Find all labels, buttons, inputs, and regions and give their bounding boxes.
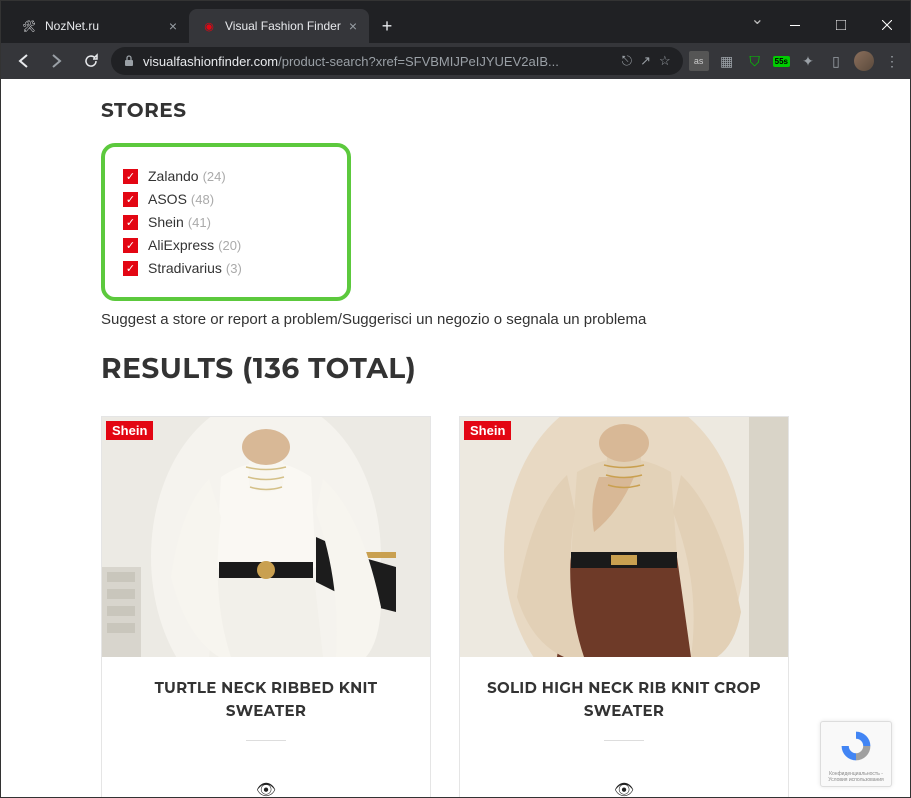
store-label: Stradivarius xyxy=(148,260,222,276)
store-filter-asos[interactable]: ✓ ASOS (48) xyxy=(123,191,329,207)
store-tag: Shein xyxy=(106,421,153,440)
lastfm-icon[interactable]: as xyxy=(689,51,709,71)
recaptcha-badge[interactable]: Конфиденциальность - Условия использован… xyxy=(820,721,892,787)
tab-strip: 🛠 NozNet.ru × ◉ Visual Fashion Finder × … xyxy=(1,9,401,43)
store-count: (3) xyxy=(226,261,242,276)
store-filter-shein[interactable]: ✓ Shein (41) xyxy=(123,214,329,230)
chevron-down-icon[interactable]: ⌄ xyxy=(751,9,764,41)
checkbox-checked-icon[interactable]: ✓ xyxy=(123,238,138,253)
eye-icon: 👁 xyxy=(614,782,634,797)
url-input[interactable]: visualfashionfinder.com/product-search?x… xyxy=(111,47,683,75)
store-label: AliExpress xyxy=(148,237,214,253)
maximize-button[interactable] xyxy=(818,9,864,41)
address-bar: visualfashionfinder.com/product-search?x… xyxy=(1,43,910,79)
results-grid: Shein xyxy=(101,416,810,797)
store-filter-stradivarius[interactable]: ✓ Stradivarius (3) xyxy=(123,260,329,276)
product-image[interactable]: Shein xyxy=(460,417,788,657)
stores-heading: STORES xyxy=(101,99,810,123)
product-photo xyxy=(460,417,788,657)
tab-title: NozNet.ru xyxy=(45,19,99,33)
new-tab-button[interactable]: + xyxy=(373,12,401,40)
checkbox-checked-icon[interactable]: ✓ xyxy=(123,215,138,230)
reload-icon xyxy=(83,53,99,69)
close-icon[interactable]: × xyxy=(349,18,357,34)
close-icon xyxy=(882,20,892,30)
translate-icon[interactable]: ⎋ xyxy=(622,53,632,69)
eye-icon: 👁 xyxy=(256,782,276,797)
store-filter-aliexpress[interactable]: ✓ AliExpress (20) xyxy=(123,237,329,253)
lock-icon xyxy=(123,55,135,67)
recaptcha-icon xyxy=(838,728,874,764)
close-icon[interactable]: × xyxy=(169,18,177,34)
product-card[interactable]: Shein xyxy=(101,416,431,797)
store-tag: Shein xyxy=(464,421,511,440)
store-label: Zalando xyxy=(148,168,199,184)
view-button[interactable]: 👁 xyxy=(102,772,430,797)
checkbox-checked-icon[interactable]: ✓ xyxy=(123,169,138,184)
divider xyxy=(246,740,286,741)
menu-icon[interactable]: ⋮ xyxy=(882,51,902,71)
suggest-link[interactable]: Suggest a store or report a problem/Sugg… xyxy=(101,311,810,328)
page-viewport[interactable]: STORES ✓ Zalando (24) ✓ ASOS (48) ✓ Shei… xyxy=(1,79,910,797)
checkbox-checked-icon[interactable]: ✓ xyxy=(123,192,138,207)
store-count: (41) xyxy=(188,215,211,230)
product-title: SOLID HIGH NECK RIB KNIT CROP SWEATER xyxy=(478,677,770,722)
window-titlebar: 🛠 NozNet.ru × ◉ Visual Fashion Finder × … xyxy=(1,1,910,43)
url-domain: visualfashionfinder.com xyxy=(143,54,278,69)
recaptcha-terms: Условия использования xyxy=(823,777,889,783)
store-count: (48) xyxy=(191,192,214,207)
product-photo xyxy=(102,417,430,657)
browser-tab-noznet[interactable]: 🛠 NozNet.ru × xyxy=(9,9,189,43)
store-count: (24) xyxy=(203,169,226,184)
back-button[interactable] xyxy=(9,47,37,75)
tools-icon: 🛠 xyxy=(21,18,37,34)
checkbox-checked-icon[interactable]: ✓ xyxy=(123,261,138,276)
panel-icon[interactable]: ▯ xyxy=(826,51,846,71)
product-image[interactable]: Shein xyxy=(102,417,430,657)
store-label: Shein xyxy=(148,214,184,230)
reload-button[interactable] xyxy=(77,47,105,75)
arrow-right-icon xyxy=(49,53,65,69)
product-body: SOLID HIGH NECK RIB KNIT CROP SWEATER xyxy=(460,657,788,772)
store-filter-zalando[interactable]: ✓ Zalando (24) xyxy=(123,168,329,184)
profile-avatar[interactable] xyxy=(854,51,874,71)
product-card[interactable]: Shein xyxy=(459,416,789,797)
stores-filter-box: ✓ Zalando (24) ✓ ASOS (48) ✓ Shein (41) … xyxy=(101,143,351,301)
tab-title: Visual Fashion Finder xyxy=(225,19,341,33)
badge-55s[interactable]: 55s xyxy=(773,56,790,67)
target-icon: ◉ xyxy=(201,18,217,34)
arrow-left-icon xyxy=(15,53,31,69)
puzzle-icon[interactable]: ✦ xyxy=(798,51,818,71)
shield-icon[interactable]: ⛉ xyxy=(745,51,765,71)
close-window-button[interactable] xyxy=(864,9,910,41)
store-label: ASOS xyxy=(148,191,187,207)
minimize-icon xyxy=(790,25,800,26)
product-title: TURTLE NECK RIBBED KNIT SWEATER xyxy=(120,677,412,722)
product-body: TURTLE NECK RIBBED KNIT SWEATER xyxy=(102,657,430,772)
browser-tab-visualfashion[interactable]: ◉ Visual Fashion Finder × xyxy=(189,9,369,43)
extension-icon[interactable]: ▦ xyxy=(717,51,737,71)
minimize-button[interactable] xyxy=(772,9,818,41)
share-icon[interactable]: ↗ xyxy=(640,53,651,69)
store-count: (20) xyxy=(218,238,241,253)
divider xyxy=(604,740,644,741)
view-button[interactable]: 👁 xyxy=(460,772,788,797)
window-controls: ⌄ xyxy=(751,9,910,41)
url-path: /product-search?xref=SFVBMIJPeIJYUEV2aIB… xyxy=(278,54,559,69)
results-heading: RESULTS (136 TOTAL) xyxy=(101,352,810,386)
star-icon[interactable]: ☆ xyxy=(659,53,671,69)
forward-button[interactable] xyxy=(43,47,71,75)
maximize-icon xyxy=(836,20,846,30)
